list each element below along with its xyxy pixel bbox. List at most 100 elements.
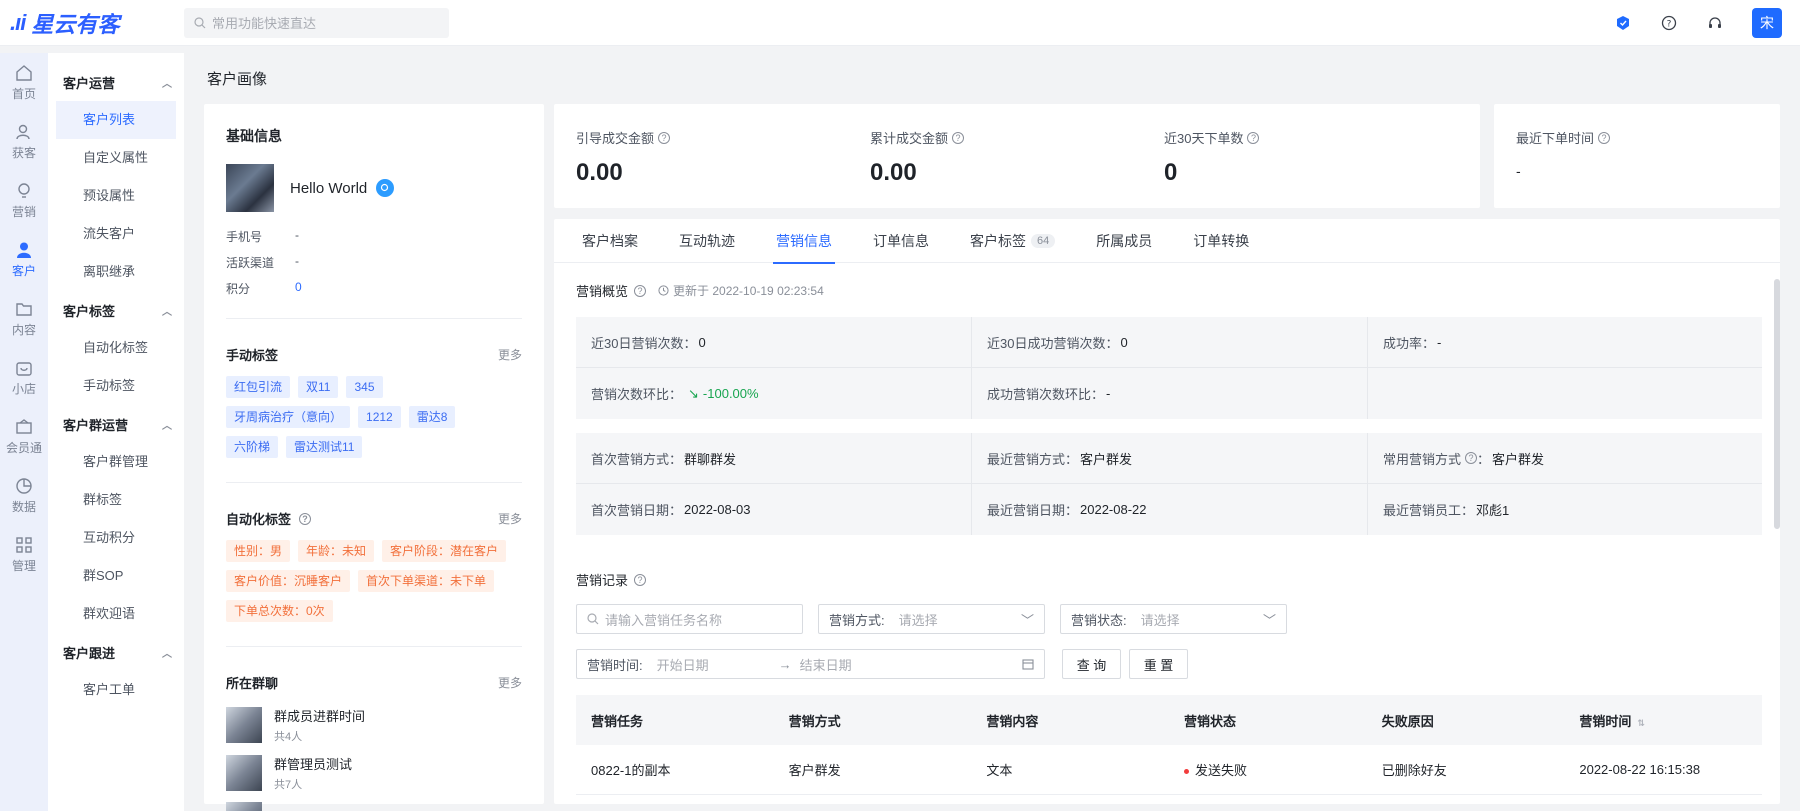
- overview-cell: 常用营销方式?：客户群发: [1368, 433, 1762, 484]
- tab-marketing[interactable]: 营销信息: [773, 219, 835, 264]
- table-row[interactable]: 0822-1的副本 客户群发 文本 发送失败 已删除好友 2022-08-22 …: [576, 745, 1762, 795]
- rail-item-manage[interactable]: 管理: [0, 525, 48, 584]
- channel-row: 活跃渠道 -: [226, 254, 522, 271]
- submenu-group-followup[interactable]: 客户跟进 ︿: [48, 633, 184, 671]
- help-icon[interactable]: ?: [658, 131, 671, 144]
- submenu-item-auto-tag[interactable]: 自动化标签: [56, 329, 176, 367]
- overview-cell: 最近营销员工： 邓彪1: [1368, 484, 1762, 535]
- tab-customer-tags[interactable]: 客户标签 64: [970, 219, 1056, 263]
- tab-label: 订单信息: [873, 233, 929, 249]
- search-icon: [587, 613, 599, 625]
- auto-tags-more-link[interactable]: 更多: [498, 510, 522, 527]
- tab-order-convert[interactable]: 订单转换: [1193, 219, 1249, 263]
- rail-item-member[interactable]: 会员通: [0, 407, 48, 466]
- rail-item-home[interactable]: 首页: [0, 53, 48, 112]
- col-header-reason: 失败原因: [1381, 713, 1434, 729]
- submenu-item-resign-inherit[interactable]: 离职继承: [56, 253, 176, 291]
- group-name: 群成员进群时间: [274, 709, 366, 724]
- rail-item-content[interactable]: 内容: [0, 289, 48, 348]
- auto-tags: 性别：男 年龄：未知 客户阶段：潜在客户 客户价值：沉睡客户 首次下单渠道：未下…: [226, 540, 522, 630]
- submenu-item-work-order[interactable]: 客户工单: [56, 671, 176, 709]
- help-icon[interactable]: ?: [1598, 131, 1611, 144]
- help-icon[interactable]: ?: [1247, 131, 1260, 144]
- submenu-item-manual-tag[interactable]: 手动标签: [56, 367, 176, 405]
- tab-members[interactable]: 所属成员: [1096, 219, 1152, 263]
- status-select[interactable]: 营销状态: 请选择 ﹀: [1060, 604, 1287, 634]
- submenu-item-customer-list[interactable]: 客户列表: [56, 101, 176, 139]
- help-icon[interactable]: ?: [634, 284, 647, 297]
- rail-item-data[interactable]: 数据: [0, 466, 48, 525]
- tag: 红包引流: [226, 376, 291, 398]
- help-icon[interactable]: ?: [952, 131, 965, 144]
- tab-interaction[interactable]: 互动轨迹: [679, 219, 735, 263]
- method-select[interactable]: 营销方式: 请选择 ﹀: [818, 604, 1045, 634]
- overview-cell: 营销次数环比： ↘ -100.00%: [576, 368, 972, 419]
- submenu-item-interact-points[interactable]: 互动积分: [56, 519, 176, 557]
- group-item[interactable]: iiiii1: [226, 802, 522, 811]
- submenu-item-group-manage[interactable]: 客户群管理: [56, 443, 176, 481]
- group-item[interactable]: 群管理员测试 共7人: [226, 754, 522, 792]
- rail-item-shop[interactable]: 小店: [0, 348, 48, 407]
- shield-icon[interactable]: [1612, 12, 1634, 34]
- rail-item-acquire[interactable]: 获客: [0, 112, 48, 171]
- method-placeholder: 请选择: [898, 612, 938, 628]
- points-value[interactable]: 0: [295, 280, 302, 297]
- chevron-up-icon: ︿: [162, 78, 172, 90]
- submenu-item-group-tag[interactable]: 群标签: [56, 481, 176, 519]
- submenu-group-group-ops[interactable]: 客户群运营 ︿: [48, 405, 184, 443]
- headset-icon[interactable]: [1704, 12, 1726, 34]
- overview-title: 营销概览: [576, 284, 629, 299]
- date-range-picker[interactable]: 营销时间: 开始日期 → 结束日期: [576, 649, 1045, 679]
- cell-label: 最近营销方式：: [987, 451, 1079, 467]
- overview-grid-2: 首次营销方式： 群聊群发 最近营销方式： 客户群发 常用营销方式?：客户群发 首次营…: [576, 433, 1762, 535]
- rail-label: 会员通: [5, 440, 42, 455]
- submenu-item-preset-attr[interactable]: 预设属性: [56, 177, 176, 215]
- tag: 双11: [298, 376, 339, 398]
- records-table: 营销任务 营销方式 营销内容 营销状态 失败原因 营销时间 ⇅ 0822-1的副本…: [576, 695, 1762, 795]
- cell-label: 常用营销方式: [1383, 451, 1462, 467]
- help-icon[interactable]: ?: [299, 512, 312, 525]
- submenu-item-group-welcome[interactable]: 群欢迎语: [56, 595, 176, 633]
- cell-value: 群聊群发: [684, 451, 737, 467]
- groups-title: 所在群聊: [226, 676, 279, 691]
- auto-tags-header: 自动化标签? 更多: [226, 509, 522, 528]
- overview-cell: 成功营销次数环比： -: [972, 368, 1368, 419]
- help-icon[interactable]: ?: [634, 573, 647, 586]
- help-icon[interactable]: ?: [1658, 12, 1680, 34]
- tag: 年龄：未知: [298, 540, 375, 562]
- group-item[interactable]: 群成员进群时间 共4人: [226, 706, 522, 744]
- tag: 性别：男: [226, 540, 291, 562]
- submenu-group-label: 客户标签: [63, 303, 116, 319]
- task-search-input[interactable]: 请输入营销任务名称: [576, 604, 803, 634]
- submenu-item-group-sop[interactable]: 群SOP: [56, 557, 176, 595]
- phone-value: -: [295, 228, 299, 242]
- tab-profile[interactable]: 客户档案: [582, 219, 638, 263]
- col-header-time-wrap[interactable]: 营销时间 ⇅: [1564, 711, 1762, 730]
- logo[interactable]: .ıi 星云有客: [0, 7, 184, 39]
- tab-label: 客户标签: [970, 233, 1026, 249]
- manual-tags-more-link[interactable]: 更多: [498, 346, 522, 363]
- user-avatar[interactable]: 宋: [1752, 8, 1782, 38]
- overview-cell: 成功率： -: [1368, 317, 1762, 368]
- col-header-method: 营销方式: [788, 713, 841, 729]
- scrollbar[interactable]: [1774, 279, 1780, 529]
- rail-item-marketing[interactable]: 营销: [0, 171, 48, 230]
- query-button[interactable]: 查 询: [1062, 649, 1121, 679]
- cell-colon: ：: [1477, 451, 1491, 467]
- cell-label: 首次营销方式：: [591, 451, 683, 467]
- submenu-group-customer-tags[interactable]: 客户标签 ︿: [48, 291, 184, 329]
- cell-label: 成功营销次数环比：: [987, 387, 1105, 402]
- basic-info-title: 基础信息: [226, 128, 282, 144]
- reset-button[interactable]: 重 置: [1129, 649, 1188, 679]
- submenu-item-custom-attr[interactable]: 自定义属性: [56, 139, 176, 177]
- submenu-item-lost-customer[interactable]: 流失客户: [56, 215, 176, 253]
- groups-more-link[interactable]: 更多: [498, 674, 522, 691]
- global-search-input[interactable]: 常用功能快速直达: [184, 7, 449, 38]
- col-header-time: 营销时间: [1579, 713, 1632, 729]
- rail-item-customer[interactable]: 客户: [0, 230, 48, 289]
- sort-icon[interactable]: ⇅: [1637, 718, 1645, 728]
- help-icon[interactable]: ?: [1465, 452, 1478, 464]
- avatar: [226, 164, 274, 212]
- tab-orders[interactable]: 订单信息: [873, 219, 929, 263]
- submenu-group-customer-ops[interactable]: 客户运营 ︿: [48, 63, 184, 101]
